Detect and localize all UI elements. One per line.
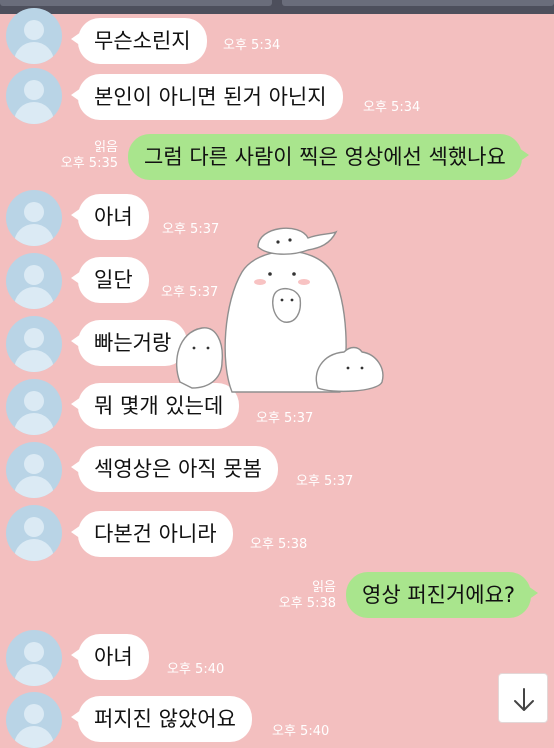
message-bubble[interactable]: 아녀 xyxy=(71,194,149,240)
read-status: 읽음 xyxy=(94,140,118,155)
avatar[interactable] xyxy=(6,253,62,309)
avatar[interactable] xyxy=(6,68,62,124)
read-status: 읽음 xyxy=(312,580,336,595)
avatar[interactable] xyxy=(6,379,62,435)
message-bubble[interactable]: 본인이 아니면 된거 아닌지 xyxy=(71,74,343,120)
message-bubble[interactable]: 그럼 다른 사람이 찍은 영상에선 섹했나요 xyxy=(128,134,529,180)
message-time: 오후 5:38 xyxy=(278,596,336,611)
message-bubble[interactable]: 섹영상은 아직 못봄 xyxy=(71,446,278,492)
message-bubble[interactable]: 무슨소린지 xyxy=(71,18,207,64)
message-bubble[interactable]: 아녀 xyxy=(71,634,149,680)
message-meta: 읽음 오후 5:38 xyxy=(279,580,336,612)
message-bubble[interactable]: 다본건 아니라 xyxy=(71,511,233,557)
avatar[interactable] xyxy=(6,505,62,561)
scroll-to-bottom-button[interactable] xyxy=(498,673,548,723)
message-bubble[interactable]: 빠는거랑 xyxy=(70,320,188,366)
message-bubble[interactable]: 영상 퍼진거에요? xyxy=(346,572,539,618)
avatar[interactable] xyxy=(6,442,62,498)
message-time: 오후 5:34 xyxy=(223,38,281,53)
message-time: 오후 5:35 xyxy=(60,156,118,171)
message-time: 오후 5:37 xyxy=(296,474,354,489)
avatar[interactable] xyxy=(6,190,62,246)
message-bubble[interactable]: 일단 xyxy=(71,257,149,303)
message-meta: 읽음 오후 5:35 xyxy=(61,140,118,172)
arrow-down-icon xyxy=(514,688,534,711)
message-time: 오후 5:40 xyxy=(272,724,330,739)
message-time: 오후 5:37 xyxy=(256,411,314,426)
avatar[interactable] xyxy=(6,630,62,686)
ghost-cat-hamster-sticker xyxy=(176,227,384,393)
message-bubble[interactable]: 퍼지진 않았어요 xyxy=(71,696,252,742)
message-time: 오후 5:34 xyxy=(363,100,421,115)
avatar[interactable] xyxy=(6,8,62,64)
message-time: 오후 5:38 xyxy=(250,537,308,552)
message-time: 오후 5:40 xyxy=(167,662,225,677)
avatar[interactable] xyxy=(6,316,62,372)
